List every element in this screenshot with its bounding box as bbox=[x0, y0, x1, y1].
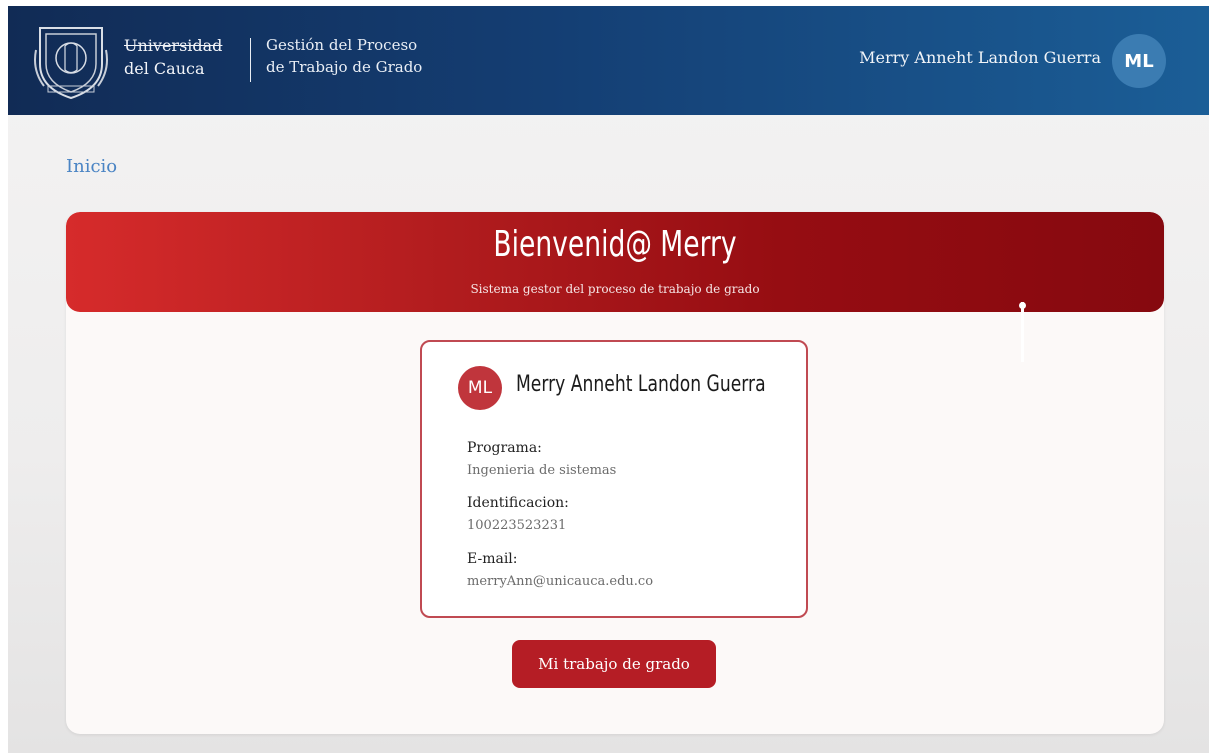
profile-avatar: ML bbox=[458, 366, 502, 410]
identification-value: 100223523231 bbox=[467, 518, 567, 533]
welcome-banner: Bienvenid@ Merry Sistema gestor del proc… bbox=[66, 212, 1164, 312]
system-name: Gestión del Proceso de Trabajo de Grado bbox=[266, 34, 422, 78]
university-name-line2: del Cauca bbox=[124, 59, 205, 78]
profile-card: ML Merry Anneht Landon Guerra Programa: … bbox=[420, 340, 808, 618]
text-cursor-icon bbox=[1019, 302, 1026, 362]
program-label: Programa: bbox=[467, 440, 542, 456]
system-name-line1: Gestión del Proceso bbox=[266, 36, 418, 54]
identification-label: Identificacion: bbox=[467, 495, 569, 511]
university-name-line1: Universidad bbox=[124, 36, 223, 55]
program-value: Ingenieria de sistemas bbox=[467, 463, 617, 478]
my-thesis-button[interactable]: Mi trabajo de grado bbox=[512, 640, 716, 688]
top-header: Universidad del Cauca Gestión del Proces… bbox=[8, 6, 1209, 115]
university-name: Universidad del Cauca bbox=[124, 34, 222, 80]
system-name-line2: de Trabajo de Grado bbox=[266, 58, 423, 76]
header-user-name: Merry Anneht Landon Guerra bbox=[859, 48, 1101, 67]
email-value: merryAnn@unicauca.edu.co bbox=[467, 574, 654, 589]
email-label: E-mail: bbox=[467, 551, 518, 567]
welcome-title: Bienvenid@ Merry bbox=[493, 224, 737, 265]
app-frame: Universidad del Cauca Gestión del Proces… bbox=[8, 6, 1209, 753]
header-divider bbox=[250, 38, 251, 82]
breadcrumb-home-link[interactable]: Inicio bbox=[66, 156, 117, 177]
profile-name: Merry Anneht Landon Guerra bbox=[516, 372, 766, 397]
user-avatar-button[interactable]: ML bbox=[1112, 34, 1166, 88]
university-seal-logo[interactable] bbox=[34, 20, 108, 100]
welcome-subtitle: Sistema gestor del proceso de trabajo de… bbox=[470, 282, 760, 296]
welcome-card: Bienvenid@ Merry Sistema gestor del proc… bbox=[66, 212, 1164, 734]
